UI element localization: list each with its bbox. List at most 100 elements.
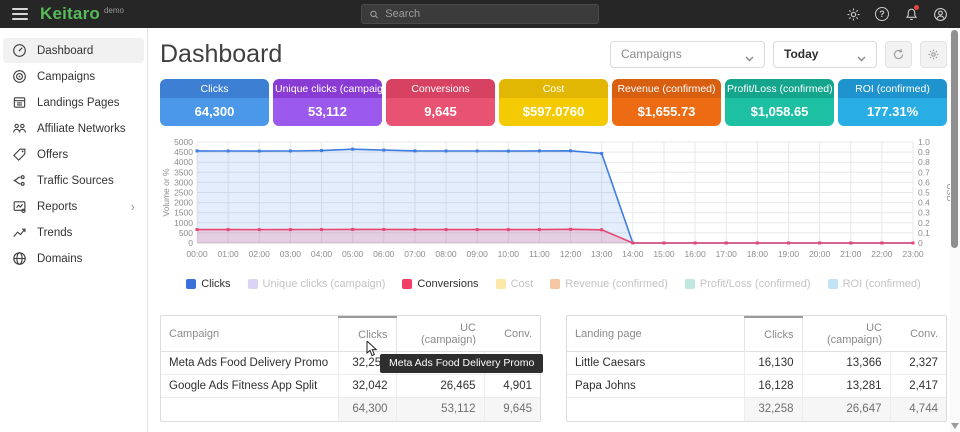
reports-icon (12, 199, 27, 214)
svg-text:0.7: 0.7 (918, 167, 930, 177)
table-row[interactable]: Papa Johns16,12813,2812,417 (567, 375, 946, 398)
keitaro-logo: Keitaro (40, 4, 100, 24)
date-range-select[interactable]: Today (773, 41, 877, 68)
keitaro-dashboard-app: Keitaro demo ? DashboardCampaignsLanding… (0, 0, 960, 432)
sidebar-item-label: Domains (37, 253, 82, 265)
column-header-campaign[interactable]: Campaign (161, 317, 338, 352)
sidebar-item-domains[interactable]: Domains (3, 246, 144, 271)
metric-card-revenue-confirmed-[interactable]: Revenue (confirmed)$1,655.73 (612, 79, 721, 126)
metric-card-value: 177.31% (838, 98, 947, 126)
legend-item-clicks[interactable]: Clicks (186, 278, 230, 290)
svg-text:0.8: 0.8 (918, 157, 930, 167)
notification-dot (914, 5, 919, 10)
legend-item-roi-confirmed-[interactable]: ROI (confirmed) (828, 278, 921, 290)
row-name-cell: Google Ads Fitness App Split (161, 375, 338, 398)
page-title: Dashboard (160, 40, 282, 69)
scrollbar-down-arrow-icon[interactable] (951, 423, 959, 429)
chart-settings-button[interactable] (920, 41, 947, 68)
legend-item-conversions[interactable]: Conversions (402, 278, 478, 290)
metric-card-conversions[interactable]: Conversions9,645 (386, 79, 495, 126)
svg-text:0: 0 (918, 238, 923, 248)
column-header-conv-[interactable]: Conv. (890, 317, 946, 352)
svg-text:05:00: 05:00 (342, 249, 364, 259)
legend-swatch (550, 279, 560, 289)
svg-text:01:00: 01:00 (217, 249, 239, 259)
svg-text:03:00: 03:00 (280, 249, 302, 259)
column-header-uc-campaign-[interactable]: UC (campaign) (396, 317, 484, 352)
legend-item-revenue-confirmed-[interactable]: Revenue (confirmed) (550, 278, 668, 290)
page-header: Dashboard Campaigns Today (160, 38, 947, 70)
total-label-cell (567, 398, 744, 421)
svg-text:0.5: 0.5 (918, 188, 930, 198)
legend-item-profit-loss-confirmed-[interactable]: Profit/Loss (confirmed) (685, 278, 811, 290)
column-header-clicks[interactable]: Clicks (744, 317, 802, 352)
sidebar-item-traffic-sources[interactable]: Traffic Sources (3, 168, 144, 193)
metric-card-clicks[interactable]: Clicks64,300 (160, 79, 269, 126)
legend-label: Cost (511, 278, 534, 290)
menu-hamburger-icon[interactable] (12, 8, 28, 20)
metric-card-unique-clicks-campaign-[interactable]: Unique clicks (campaign)53,112 (273, 79, 382, 126)
user-profile-icon[interactable] (932, 6, 948, 22)
column-header-clicks[interactable]: Clicks (338, 317, 396, 352)
sidebar-item-label: Traffic Sources (37, 175, 114, 187)
y-axis-left-ticks: 0500100015002000250030003500400045005000 (174, 137, 193, 248)
vertical-scrollbar[interactable] (950, 28, 960, 432)
landing-page-icon (12, 95, 27, 110)
svg-text:3000: 3000 (174, 177, 193, 187)
total-label-cell (161, 398, 338, 421)
svg-text:0.4: 0.4 (918, 198, 930, 208)
refresh-button[interactable] (885, 41, 912, 68)
main-content: Dashboard Campaigns Today Clicks64,300Un (148, 28, 950, 432)
target-icon (12, 69, 27, 84)
notifications-bell-icon[interactable] (903, 6, 919, 22)
legend-item-cost[interactable]: Cost (496, 278, 534, 290)
traffic-chart: 0500100015002000250030003500400045005000… (160, 137, 947, 270)
svg-text:13:00: 13:00 (591, 249, 613, 259)
column-header-uc-campaign-[interactable]: UC (campaign) (802, 317, 890, 352)
row-value-cell: 16,128 (744, 375, 802, 398)
legend-item-unique-clicks-campaign-[interactable]: Unique clicks (campaign) (248, 278, 386, 290)
metric-card-cost[interactable]: Cost$597.0760 (499, 79, 608, 126)
svg-text:16:00: 16:00 (684, 249, 706, 259)
sidebar-item-campaigns[interactable]: Campaigns (3, 64, 144, 89)
table-row[interactable]: Little Caesars16,13013,3662,327 (567, 352, 946, 375)
legend-label: Clicks (201, 278, 230, 290)
table-row[interactable]: Google Ads Fitness App Split32,04226,465… (161, 375, 540, 398)
campaigns-filter-select[interactable]: Campaigns (610, 41, 765, 68)
sidebar-item-trends[interactable]: Trends (3, 220, 144, 245)
globe-icon (12, 251, 27, 266)
metric-card-value: 53,112 (273, 98, 382, 126)
legend-swatch (402, 279, 412, 289)
sidebar-item-dashboard[interactable]: Dashboard (3, 38, 144, 63)
metric-cards: Clicks64,300Unique clicks (campaign)53,1… (160, 79, 947, 126)
chevron-down-icon (745, 51, 754, 57)
svg-text:3500: 3500 (174, 167, 193, 177)
svg-text:1.0: 1.0 (918, 137, 930, 147)
svg-text:04:00: 04:00 (311, 249, 333, 259)
sidebar-item-landings-pages[interactable]: Landings Pages (3, 90, 144, 115)
svg-text:11:00: 11:00 (529, 249, 550, 259)
metric-card-profit-loss-confirmed-[interactable]: Profit/Loss (confirmed)$1,058.65 (725, 79, 834, 126)
chevron-right-icon: › (131, 200, 135, 213)
metric-card-label: Cost (499, 79, 608, 98)
svg-text:1500: 1500 (174, 208, 193, 218)
svg-text:500: 500 (179, 228, 193, 238)
settings-gear-icon[interactable] (845, 6, 861, 22)
column-header-conv-[interactable]: Conv. (484, 317, 540, 352)
sidebar-item-label: Dashboard (37, 45, 93, 57)
total-value-cell: 4,744 (890, 398, 946, 421)
sidebar-item-reports[interactable]: Reports › (3, 194, 144, 219)
y-axis-right-ticks: 00.10.20.30.40.50.60.70.80.91.0 (918, 137, 930, 248)
scrollbar-thumb[interactable] (951, 30, 958, 248)
help-icon[interactable]: ? (874, 6, 890, 22)
column-header-landing-page[interactable]: Landing page (567, 317, 744, 352)
sidebar-item-label: Reports (37, 201, 77, 213)
sidebar-item-affiliate-networks[interactable]: Affiliate Networks (3, 116, 144, 141)
svg-text:0: 0 (188, 238, 193, 248)
metric-card-roi-confirmed-[interactable]: ROI (confirmed)177.31% (838, 79, 947, 126)
legend-label: Conversions (417, 278, 478, 290)
sidebar-item-offers[interactable]: Offers (3, 142, 144, 167)
global-search[interactable] (361, 4, 599, 24)
traffic-chart-svg[interactable]: 0500100015002000250030003500400045005000… (160, 137, 955, 265)
search-input[interactable] (385, 8, 591, 20)
